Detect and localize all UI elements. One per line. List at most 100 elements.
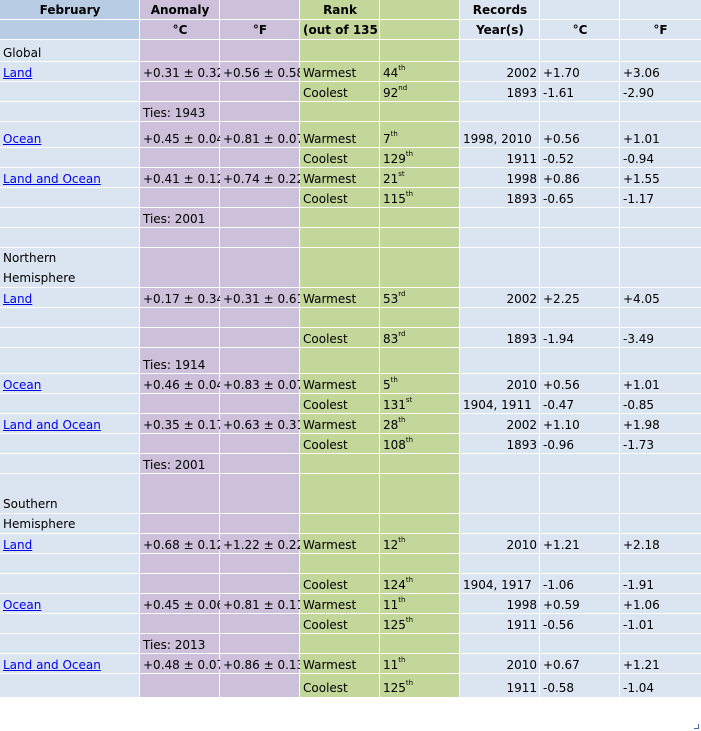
region-link-text[interactable]: Ocean bbox=[3, 599, 137, 611]
region-link[interactable]: Land and Ocean bbox=[0, 414, 140, 434]
anomaly-f-text: +0.86 ± 0.13 bbox=[223, 658, 300, 672]
table-cell-bg bbox=[140, 188, 220, 208]
rank-suffix: th bbox=[405, 436, 414, 444]
table-cell-bg bbox=[0, 328, 140, 348]
record-year-text: 2010 bbox=[506, 378, 537, 392]
region-link-text[interactable]: Land bbox=[3, 539, 137, 551]
region-link[interactable]: Land bbox=[0, 534, 140, 554]
rank-value: 5th bbox=[380, 374, 460, 394]
region-link[interactable]: Ocean bbox=[0, 374, 140, 394]
ties-note-text: Ties: 2001 bbox=[143, 212, 206, 226]
table-cell-bg bbox=[380, 208, 460, 228]
record-f: -2.90 bbox=[620, 82, 701, 102]
record-c: -0.96 bbox=[540, 434, 620, 454]
table-cell-bg bbox=[0, 454, 140, 474]
anomaly-f: +0.56 ± 0.58 bbox=[220, 62, 300, 82]
region-link[interactable]: Land bbox=[0, 62, 140, 82]
table-cell-bg bbox=[620, 308, 701, 328]
rank-ordinal: 44th bbox=[383, 65, 457, 80]
table-cell-bg bbox=[460, 228, 540, 248]
table-cell-bg bbox=[460, 634, 540, 654]
table-cell-bg bbox=[460, 248, 540, 288]
record-year: 1893 bbox=[460, 82, 540, 102]
table-cell-bg bbox=[540, 554, 620, 574]
region-link[interactable]: Land and Ocean bbox=[0, 168, 140, 188]
record-f-text: -1.01 bbox=[623, 618, 655, 632]
rank-label-text: Coolest bbox=[303, 192, 348, 206]
rank-suffix: st bbox=[405, 396, 413, 404]
record-year-text: 1904, 1911 bbox=[463, 398, 532, 412]
rank-label: Warmest bbox=[300, 594, 380, 614]
rank-number: 28 bbox=[383, 418, 399, 432]
table-cell-bg bbox=[0, 434, 140, 454]
table-cell-bg bbox=[140, 434, 220, 454]
rank-ordinal: 12th bbox=[383, 537, 457, 552]
region-link-text[interactable]: Land and Ocean bbox=[3, 659, 137, 671]
header2-blank bbox=[0, 20, 140, 40]
record-f: -0.85 bbox=[620, 394, 701, 414]
region-link-text[interactable]: Land bbox=[3, 293, 137, 305]
record-c-text: -0.65 bbox=[543, 192, 575, 206]
rank-label: Coolest bbox=[300, 328, 380, 348]
rank-label: Coolest bbox=[300, 674, 380, 697]
record-c-text: -0.56 bbox=[543, 618, 575, 632]
rank-label: Warmest bbox=[300, 62, 380, 82]
rank-label: Warmest bbox=[300, 654, 380, 674]
table-cell-bg bbox=[140, 148, 220, 168]
anomaly-c-text: +0.41 ± 0.12 bbox=[143, 172, 220, 186]
rank-value: 115th bbox=[380, 188, 460, 208]
anomaly-f-text: +0.81 ± 0.11 bbox=[223, 598, 300, 612]
region-link[interactable]: Land and Ocean bbox=[0, 654, 140, 674]
rank-number: 5 bbox=[383, 378, 391, 392]
header-month-text: February bbox=[39, 3, 101, 17]
resize-handle-icon[interactable] bbox=[694, 724, 699, 729]
record-year-text: 1893 bbox=[506, 438, 537, 452]
region-link-text[interactable]: Land and Ocean bbox=[3, 419, 137, 431]
header2-rec-c-text: °C bbox=[572, 23, 588, 37]
region-link[interactable]: Land bbox=[0, 288, 140, 308]
header-anomaly: Anomaly bbox=[140, 0, 220, 20]
region-link[interactable]: Ocean bbox=[0, 122, 140, 148]
rank-label-text: Warmest bbox=[303, 132, 357, 146]
anomaly-c: +0.31 ± 0.32 bbox=[140, 62, 220, 82]
rank-number: 12 bbox=[383, 538, 399, 552]
rank-ordinal: 11th bbox=[383, 657, 457, 672]
record-year: 1998, 2010 bbox=[460, 122, 540, 148]
table-cell-bg bbox=[620, 228, 701, 248]
rank-label-text: Coolest bbox=[303, 152, 348, 166]
table-cell-bg bbox=[220, 554, 300, 574]
record-year-text: 1911 bbox=[506, 618, 537, 632]
rank-value: 7th bbox=[380, 122, 460, 148]
region-link-text[interactable]: Land bbox=[3, 67, 137, 79]
table-cell-bg bbox=[300, 102, 380, 122]
rank-value: 92nd bbox=[380, 82, 460, 102]
region-link-text[interactable]: Ocean bbox=[3, 379, 137, 391]
region-link-text[interactable]: Land and Ocean bbox=[3, 173, 137, 185]
record-f: -1.91 bbox=[620, 574, 701, 594]
rank-number: 11 bbox=[383, 598, 399, 612]
table-cell-bg bbox=[220, 188, 300, 208]
rank-number: 125 bbox=[383, 618, 406, 632]
rank-ordinal: 11th bbox=[383, 597, 457, 612]
record-c-text: +1.21 bbox=[543, 538, 580, 552]
record-c: +1.70 bbox=[540, 62, 620, 82]
header-month: February bbox=[0, 0, 140, 20]
rank-number: 83 bbox=[383, 332, 399, 346]
record-c: -1.94 bbox=[540, 328, 620, 348]
table-cell-bg bbox=[620, 514, 701, 534]
record-year: 1893 bbox=[460, 328, 540, 348]
record-c: +0.56 bbox=[540, 122, 620, 148]
record-c-text: +0.86 bbox=[543, 172, 580, 186]
region-link-text[interactable]: Ocean bbox=[3, 133, 137, 145]
table-cell-bg bbox=[620, 454, 701, 474]
record-f-text: +2.18 bbox=[623, 538, 660, 552]
rank-label: Warmest bbox=[300, 122, 380, 148]
record-f: +3.06 bbox=[620, 62, 701, 82]
region-link[interactable]: Ocean bbox=[0, 594, 140, 614]
rank-label: Coolest bbox=[300, 188, 380, 208]
table-cell-bg bbox=[380, 40, 460, 62]
anomaly-f: +0.81 ± 0.07 bbox=[220, 122, 300, 148]
table-cell-bg bbox=[460, 102, 540, 122]
table-cell-bg bbox=[380, 514, 460, 534]
table-cell-bg bbox=[220, 394, 300, 414]
